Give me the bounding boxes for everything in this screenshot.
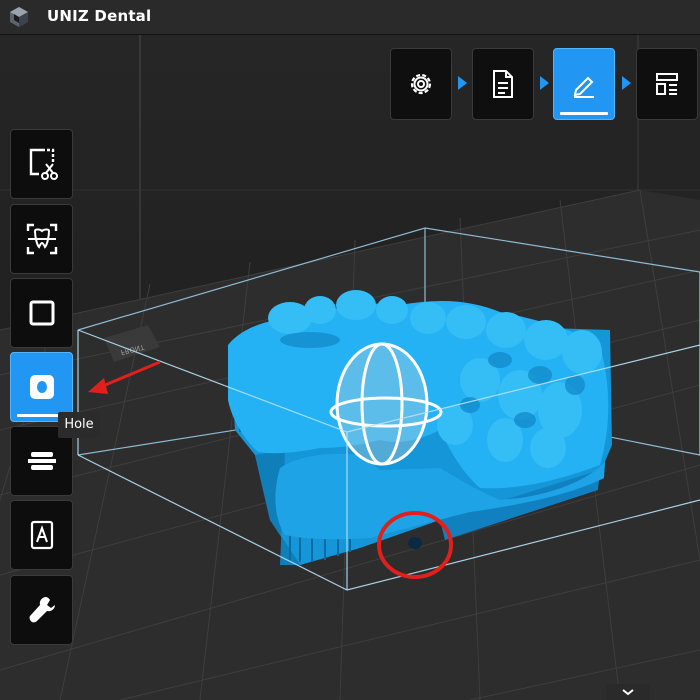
layers-icon — [27, 452, 56, 470]
tool-cut-button[interactable] — [10, 129, 73, 199]
3d-viewport[interactable]: FRONT — [0, 35, 700, 700]
collapse-panel-button[interactable] — [606, 684, 650, 700]
tool-base-button[interactable] — [10, 278, 73, 348]
step-arrow-icon — [540, 76, 549, 90]
tool-scan-button[interactable] — [10, 204, 73, 274]
square-icon — [29, 300, 54, 326]
step-layout-button[interactable] — [636, 48, 698, 120]
step-arrow-icon — [622, 76, 631, 90]
wrench-icon — [29, 597, 55, 623]
uniz-logo-icon — [10, 7, 28, 27]
pencil-icon — [573, 76, 594, 98]
scissors-frame-icon — [29, 148, 58, 180]
chevron-down-icon — [622, 689, 634, 696]
text-label-icon — [30, 520, 53, 550]
step-settings-button[interactable] — [390, 48, 452, 120]
tool-repair-button[interactable] — [10, 575, 73, 645]
hole-icon — [29, 375, 54, 399]
drilled-hole — [408, 537, 422, 549]
layout-icon — [656, 73, 678, 95]
scan-tooth-icon — [26, 223, 57, 255]
hole-tooltip: Hole — [58, 412, 100, 438]
document-icon — [493, 70, 513, 98]
gear-icon — [410, 73, 432, 95]
title-bar: UNIZ Dental — [0, 0, 700, 35]
tool-label-button[interactable] — [10, 500, 73, 570]
step-arrow-icon — [458, 76, 467, 90]
step-edit-button[interactable] — [553, 48, 615, 120]
step-document-button[interactable] — [472, 48, 534, 120]
scene[interactable]: FRONT — [0, 35, 700, 700]
app-title: UNIZ Dental — [47, 7, 152, 25]
